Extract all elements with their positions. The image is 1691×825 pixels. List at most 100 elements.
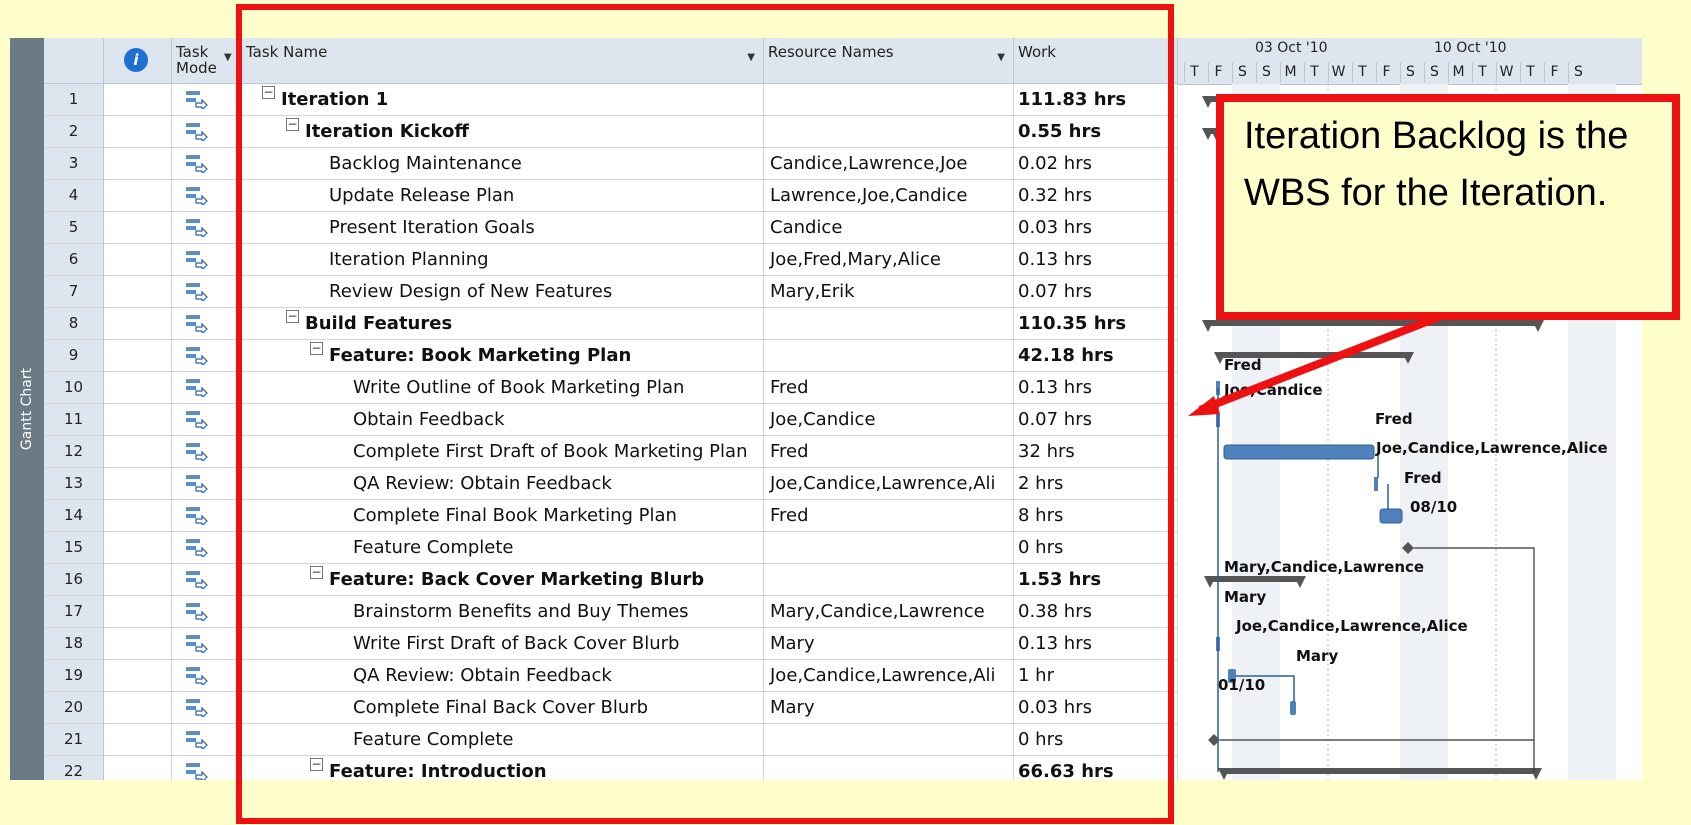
summary-bar — [1208, 576, 1302, 582]
row-indicators — [104, 596, 172, 627]
row-task-mode[interactable] — [172, 148, 242, 179]
auto-schedule-icon — [186, 283, 208, 301]
task-bar — [1379, 508, 1403, 524]
gantt-label-13: Joe,Candice,Lawrence,Alice — [1376, 439, 1608, 457]
row-id[interactable]: 2 — [44, 116, 104, 147]
row-task-mode[interactable] — [172, 84, 242, 115]
auto-schedule-icon — [186, 475, 208, 493]
task-bar — [1223, 444, 1375, 460]
row-indicators — [104, 500, 172, 531]
auto-schedule-icon — [186, 155, 208, 173]
row-task-mode[interactable] — [172, 340, 242, 371]
summary-bar — [1206, 320, 1540, 326]
header-row-id[interactable] — [44, 38, 104, 84]
auto-schedule-icon — [186, 571, 208, 589]
auto-schedule-icon — [186, 315, 208, 333]
row-id[interactable]: 17 — [44, 596, 104, 627]
row-task-mode[interactable] — [172, 116, 242, 147]
row-id[interactable]: 20 — [44, 692, 104, 723]
auto-schedule-icon — [186, 411, 208, 429]
row-id[interactable]: 12 — [44, 436, 104, 467]
row-task-mode[interactable] — [172, 244, 242, 275]
row-task-mode[interactable] — [172, 532, 242, 563]
row-task-mode[interactable] — [172, 500, 242, 531]
header-indicators[interactable]: i — [104, 38, 172, 84]
view-tab-gantt-chart[interactable]: Gantt Chart — [10, 38, 44, 780]
row-id[interactable]: 7 — [44, 276, 104, 307]
row-task-mode[interactable] — [172, 404, 242, 435]
row-indicators — [104, 436, 172, 467]
row-id[interactable]: 11 — [44, 404, 104, 435]
row-task-mode[interactable] — [172, 660, 242, 691]
row-id[interactable]: 18 — [44, 628, 104, 659]
row-id[interactable]: 22 — [44, 756, 104, 780]
auto-schedule-icon — [186, 763, 208, 780]
row-id[interactable]: 15 — [44, 532, 104, 563]
row-task-mode[interactable] — [172, 692, 242, 723]
row-task-mode[interactable] — [172, 212, 242, 243]
row-task-mode[interactable] — [172, 596, 242, 627]
row-id[interactable]: 9 — [44, 340, 104, 371]
callout-box: Iteration Backlog is the WBS for the Ite… — [1216, 94, 1680, 320]
auto-schedule-icon — [186, 603, 208, 621]
row-indicators — [104, 628, 172, 659]
row-task-mode[interactable] — [172, 468, 242, 499]
gantt-label-14: Fred — [1404, 469, 1442, 487]
row-task-mode[interactable] — [172, 436, 242, 467]
auto-schedule-icon — [186, 539, 208, 557]
row-id[interactable]: 10 — [44, 372, 104, 403]
task-bar — [1290, 701, 1296, 715]
row-indicators — [104, 372, 172, 403]
auto-schedule-icon — [186, 443, 208, 461]
row-task-mode[interactable] — [172, 756, 242, 780]
auto-schedule-icon — [186, 187, 208, 205]
gantt-label-20: Mary — [1296, 647, 1339, 665]
row-task-mode[interactable] — [172, 724, 242, 755]
task-bar — [1374, 477, 1378, 491]
auto-schedule-icon — [186, 731, 208, 749]
info-icon: i — [124, 48, 148, 72]
row-indicators — [104, 308, 172, 339]
row-indicators — [104, 404, 172, 435]
gantt-label-10: Fred — [1224, 356, 1262, 374]
gantt-label-17: Mary,Candice,Lawrence — [1224, 558, 1425, 576]
row-indicators — [104, 468, 172, 499]
row-indicators — [104, 148, 172, 179]
row-id[interactable]: 16 — [44, 564, 104, 595]
gantt-label-15: 08/10 — [1410, 498, 1458, 516]
row-id[interactable]: 14 — [44, 500, 104, 531]
row-id[interactable]: 21 — [44, 724, 104, 755]
row-indicators — [104, 692, 172, 723]
row-indicators — [104, 180, 172, 211]
row-indicators — [104, 116, 172, 147]
auto-schedule-icon — [186, 667, 208, 685]
row-id[interactable]: 5 — [44, 212, 104, 243]
auto-schedule-icon — [186, 251, 208, 269]
row-id[interactable]: 8 — [44, 308, 104, 339]
row-id[interactable]: 19 — [44, 660, 104, 691]
chevron-down-icon[interactable]: ▼ — [224, 52, 232, 63]
row-task-mode[interactable] — [172, 308, 242, 339]
auto-schedule-icon — [186, 347, 208, 365]
row-id[interactable]: 1 — [44, 84, 104, 115]
row-indicators — [104, 340, 172, 371]
auto-schedule-icon — [186, 379, 208, 397]
row-indicators — [104, 212, 172, 243]
row-task-mode[interactable] — [172, 180, 242, 211]
row-id[interactable]: 6 — [44, 244, 104, 275]
callout-text: Iteration Backlog is the WBS for the Ite… — [1244, 115, 1629, 214]
gantt-label-21: 01/10 — [1218, 676, 1266, 694]
auto-schedule-icon — [186, 635, 208, 653]
row-indicators — [104, 724, 172, 755]
row-task-mode[interactable] — [172, 564, 242, 595]
row-id[interactable]: 13 — [44, 468, 104, 499]
gantt-label-11: Joe,Candice — [1224, 381, 1323, 399]
row-task-mode[interactable] — [172, 372, 242, 403]
row-id[interactable]: 3 — [44, 148, 104, 179]
row-task-mode[interactable] — [172, 628, 242, 659]
row-id[interactable]: 4 — [44, 180, 104, 211]
gantt-label-18: Mary — [1224, 588, 1267, 606]
row-task-mode[interactable] — [172, 276, 242, 307]
row-indicators — [104, 564, 172, 595]
row-indicators — [104, 660, 172, 691]
